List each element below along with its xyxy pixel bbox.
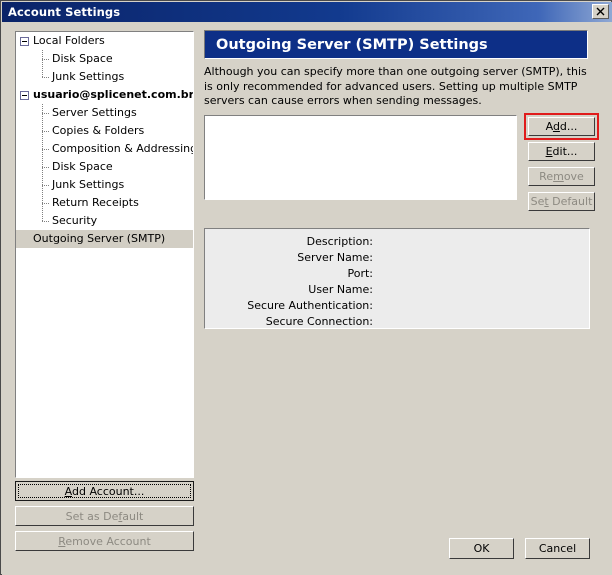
tree-line bbox=[42, 113, 49, 114]
cancel-label: Cancel bbox=[538, 542, 577, 555]
detail-row: User Name: bbox=[205, 282, 589, 298]
tree-item-account-usuario[interactable]: usuario@splicenet.com.br bbox=[16, 86, 193, 104]
add-server-label: Add... bbox=[545, 120, 578, 133]
tree-item-label: Junk Settings bbox=[52, 70, 125, 83]
tree-item-label: Disk Space bbox=[52, 160, 113, 173]
collapse-minus-icon[interactable] bbox=[20, 91, 29, 100]
edit-server-button[interactable]: Edit... bbox=[528, 142, 595, 161]
detail-label-port: Port: bbox=[347, 267, 373, 280]
tree-item-security[interactable]: Security bbox=[16, 212, 193, 230]
tree-item-label: Disk Space bbox=[52, 52, 113, 65]
title-bar: Account Settings bbox=[2, 2, 612, 22]
window-title: Account Settings bbox=[8, 5, 121, 19]
close-icon[interactable] bbox=[592, 4, 609, 19]
tree-item-local-folders[interactable]: Local Folders bbox=[16, 32, 193, 50]
tree-item-return-receipts[interactable]: Return Receipts bbox=[16, 194, 193, 212]
tree-item-label: Local Folders bbox=[33, 34, 105, 47]
tree-line bbox=[42, 203, 49, 204]
tree-item-label: Server Settings bbox=[52, 106, 137, 119]
tree-item-copies-folders[interactable]: Copies & Folders bbox=[16, 122, 193, 140]
tree-item-label: Return Receipts bbox=[52, 196, 139, 209]
panel-header-label: Outgoing Server (SMTP) Settings bbox=[216, 36, 488, 53]
tree-line bbox=[42, 131, 49, 132]
set-as-default-button[interactable]: Set as Default bbox=[15, 506, 194, 526]
remove-account-button[interactable]: Remove Account bbox=[15, 531, 194, 551]
tree-item-disk-space[interactable]: Disk Space bbox=[16, 50, 193, 68]
collapse-minus-icon[interactable] bbox=[20, 37, 29, 46]
add-server-button[interactable]: Add... bbox=[528, 117, 595, 136]
detail-label-secure-authentication: Secure Authentication: bbox=[247, 299, 373, 312]
tree-line bbox=[42, 77, 49, 78]
add-account-label: Add Account... bbox=[64, 484, 145, 498]
detail-label-secure-connection: Secure Connection: bbox=[265, 315, 373, 328]
tree-item-label: Outgoing Server (SMTP) bbox=[33, 232, 166, 245]
tree-item-label: usuario@splicenet.com.br bbox=[33, 88, 194, 101]
tree-line bbox=[42, 167, 49, 168]
tree-line bbox=[42, 212, 43, 221]
detail-row: Secure Authentication: bbox=[205, 298, 589, 314]
tree-item-server-settings[interactable]: Server Settings bbox=[16, 104, 193, 122]
edit-server-label: Edit... bbox=[545, 145, 578, 158]
tree-item-composition-addressing[interactable]: Composition & Addressing bbox=[16, 140, 193, 158]
smtp-server-list[interactable] bbox=[204, 115, 517, 200]
cancel-button[interactable]: Cancel bbox=[525, 538, 590, 559]
tree-line bbox=[42, 221, 49, 222]
tree-item-label: Copies & Folders bbox=[52, 124, 145, 137]
detail-row: Server Name: bbox=[205, 250, 589, 266]
tree-item-junk-settings[interactable]: Junk Settings bbox=[16, 68, 193, 86]
set-default-server-button[interactable]: Set Default bbox=[528, 192, 595, 211]
tree-item-junk-settings-account[interactable]: Junk Settings bbox=[16, 176, 193, 194]
detail-label-server-name: Server Name: bbox=[297, 251, 373, 264]
detail-row: Port: bbox=[205, 266, 589, 282]
detail-label-description: Description: bbox=[306, 235, 373, 248]
tree-line bbox=[42, 59, 49, 60]
account-settings-window: Account Settings Local Folders Disk Spac… bbox=[0, 0, 612, 575]
ok-button[interactable]: OK bbox=[449, 538, 514, 559]
tree-item-outgoing-server-smtp[interactable]: Outgoing Server (SMTP) bbox=[16, 230, 193, 248]
account-tree[interactable]: Local Folders Disk Space Junk Settings u… bbox=[15, 31, 194, 478]
server-details-panel: Description: Server Name: Port: User Nam… bbox=[204, 228, 590, 329]
panel-description: Although you can specify more than one o… bbox=[204, 65, 587, 107]
remove-server-label: Remove bbox=[539, 170, 584, 183]
detail-row: Secure Connection: bbox=[205, 314, 589, 330]
panel-header: Outgoing Server (SMTP) Settings bbox=[204, 30, 588, 59]
remove-server-button[interactable]: Remove bbox=[528, 167, 595, 186]
tree-line bbox=[42, 68, 43, 77]
client-area: Local Folders Disk Space Junk Settings u… bbox=[2, 22, 612, 575]
ok-label: OK bbox=[473, 542, 490, 555]
set-default-server-label: Set Default bbox=[530, 195, 593, 208]
add-account-button[interactable]: Add Account... bbox=[15, 481, 194, 501]
remove-account-label: Remove Account bbox=[58, 534, 151, 548]
tree-line bbox=[42, 185, 49, 186]
tree-line bbox=[42, 149, 49, 150]
set-as-default-label: Set as Default bbox=[65, 509, 144, 523]
detail-row: Description: bbox=[205, 234, 589, 250]
tree-item-disk-space-account[interactable]: Disk Space bbox=[16, 158, 193, 176]
tree-item-label: Junk Settings bbox=[52, 178, 125, 191]
detail-label-user-name: User Name: bbox=[308, 283, 373, 296]
tree-item-label: Security bbox=[52, 214, 98, 227]
